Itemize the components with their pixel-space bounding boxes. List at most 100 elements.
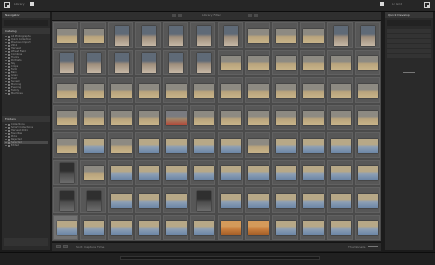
filter-attribute-button[interactable] <box>178 14 182 17</box>
photo-thumbnail[interactable] <box>111 83 132 98</box>
grid-cell[interactable] <box>299 214 326 240</box>
disclosure-triangle-icon[interactable] <box>5 136 7 137</box>
photo-thumbnail[interactable] <box>330 221 352 236</box>
grid-cell[interactable] <box>272 22 298 48</box>
photo-thumbnail[interactable] <box>114 53 129 74</box>
photo-thumbnail[interactable] <box>303 193 324 208</box>
photo-thumbnail[interactable] <box>111 193 132 208</box>
disclosure-triangle-icon[interactable] <box>5 45 7 46</box>
photo-thumbnail[interactable] <box>56 28 77 43</box>
photo-thumbnail[interactable] <box>111 166 132 181</box>
photo-thumbnail[interactable] <box>330 83 352 98</box>
photo-thumbnail[interactable] <box>248 56 269 71</box>
photo-thumbnail[interactable] <box>275 138 297 153</box>
photo-thumbnail[interactable] <box>248 193 269 208</box>
grid-cell[interactable] <box>53 49 79 75</box>
disclosure-triangle-icon[interactable] <box>5 130 7 131</box>
grid-cell[interactable] <box>190 132 216 158</box>
grid-cell[interactable] <box>190 49 216 75</box>
thumbnail-size-label[interactable]: Thumbnails <box>348 246 365 249</box>
grid-cell[interactable] <box>53 132 79 158</box>
grid-cell[interactable] <box>190 159 216 185</box>
tree-item[interactable]: Edited <box>4 144 48 147</box>
grid-cell[interactable] <box>244 104 271 130</box>
disclosure-triangle-icon[interactable] <box>5 54 7 55</box>
grid-cell[interactable] <box>107 104 134 130</box>
grid-cell[interactable] <box>53 159 79 185</box>
quick-develop-row[interactable] <box>387 34 431 38</box>
grid-cell[interactable] <box>299 22 326 48</box>
grid-cell[interactable] <box>299 104 326 130</box>
grid-cell[interactable] <box>272 132 298 158</box>
disclosure-triangle-icon[interactable] <box>5 139 7 140</box>
photo-thumbnail[interactable] <box>275 166 297 181</box>
photo-thumbnail[interactable] <box>358 56 379 71</box>
quick-develop-header[interactable]: Quick Develop <box>385 12 433 18</box>
photo-thumbnail[interactable] <box>221 56 242 71</box>
photo-thumbnail[interactable] <box>330 56 352 71</box>
photo-thumbnail[interactable] <box>166 166 187 181</box>
grid-cell[interactable] <box>217 132 243 158</box>
grid-cell[interactable] <box>135 49 161 75</box>
photo-thumbnail[interactable] <box>87 53 102 74</box>
disclosure-triangle-icon[interactable] <box>5 57 7 58</box>
photo-thumbnail[interactable] <box>83 28 105 43</box>
photo-thumbnail[interactable] <box>166 193 187 208</box>
collections-header[interactable]: Folders <box>2 116 50 122</box>
grid-cell[interactable] <box>162 104 189 130</box>
photo-thumbnail[interactable] <box>224 25 239 46</box>
grid-cell[interactable] <box>107 187 134 213</box>
photo-thumbnail[interactable] <box>358 111 379 126</box>
photo-thumbnail[interactable] <box>83 111 105 126</box>
grid-cell[interactable] <box>107 132 134 158</box>
photo-thumbnail[interactable] <box>166 111 187 126</box>
photo-thumbnail[interactable] <box>330 111 352 126</box>
grid-cell[interactable] <box>327 214 353 240</box>
grid-cell[interactable] <box>162 22 189 48</box>
disclosure-triangle-icon[interactable] <box>5 42 7 43</box>
grid-cell[interactable] <box>299 159 326 185</box>
photo-thumbnail[interactable] <box>221 83 242 98</box>
photo-thumbnail[interactable] <box>166 221 187 236</box>
module-right-label[interactable]: Lr Grid <box>392 3 402 6</box>
photo-thumbnail[interactable] <box>138 193 160 208</box>
grid-cell[interactable] <box>217 159 243 185</box>
grid-cell[interactable] <box>53 214 79 240</box>
disclosure-triangle-icon[interactable] <box>5 78 7 79</box>
grid-cell[interactable] <box>244 159 271 185</box>
grid-cell[interactable] <box>354 159 380 185</box>
disclosure-triangle-icon[interactable] <box>5 75 7 76</box>
photo-thumbnail[interactable] <box>358 166 379 181</box>
grid-cell[interactable] <box>107 77 134 103</box>
grid-view-button[interactable] <box>56 245 61 248</box>
photo-thumbnail[interactable] <box>166 83 187 98</box>
photo-thumbnail[interactable] <box>275 56 297 71</box>
grid-cell[interactable] <box>354 214 380 240</box>
grid-cell[interactable] <box>53 22 79 48</box>
photo-thumbnail[interactable] <box>138 221 160 236</box>
grid-cell[interactable] <box>272 104 298 130</box>
thumbnail-size-slider[interactable] <box>368 246 378 247</box>
grid-cell[interactable] <box>354 187 380 213</box>
photo-thumbnail[interactable] <box>138 83 160 98</box>
disclosure-triangle-icon[interactable] <box>5 63 7 64</box>
photo-thumbnail[interactable] <box>275 221 297 236</box>
grid-cell[interactable] <box>135 104 161 130</box>
grid-cell[interactable] <box>299 77 326 103</box>
disclosure-triangle-icon[interactable] <box>5 36 7 37</box>
disclosure-triangle-icon[interactable] <box>5 51 7 52</box>
grid-cell[interactable] <box>354 49 380 75</box>
photo-thumbnail[interactable] <box>248 28 269 43</box>
photo-thumbnail[interactable] <box>196 190 211 211</box>
grid-cell[interactable] <box>244 77 271 103</box>
photo-thumbnail[interactable] <box>358 193 379 208</box>
photo-thumbnail[interactable] <box>83 166 105 181</box>
photo-thumbnail[interactable] <box>221 166 242 181</box>
disclosure-triangle-icon[interactable] <box>5 133 7 134</box>
grid-cell[interactable] <box>217 77 243 103</box>
photo-thumbnail[interactable] <box>275 111 297 126</box>
grid-cell[interactable] <box>135 214 161 240</box>
grid-cell[interactable] <box>80 132 106 158</box>
grid-cell[interactable] <box>80 104 106 130</box>
photo-thumbnail[interactable] <box>138 166 160 181</box>
